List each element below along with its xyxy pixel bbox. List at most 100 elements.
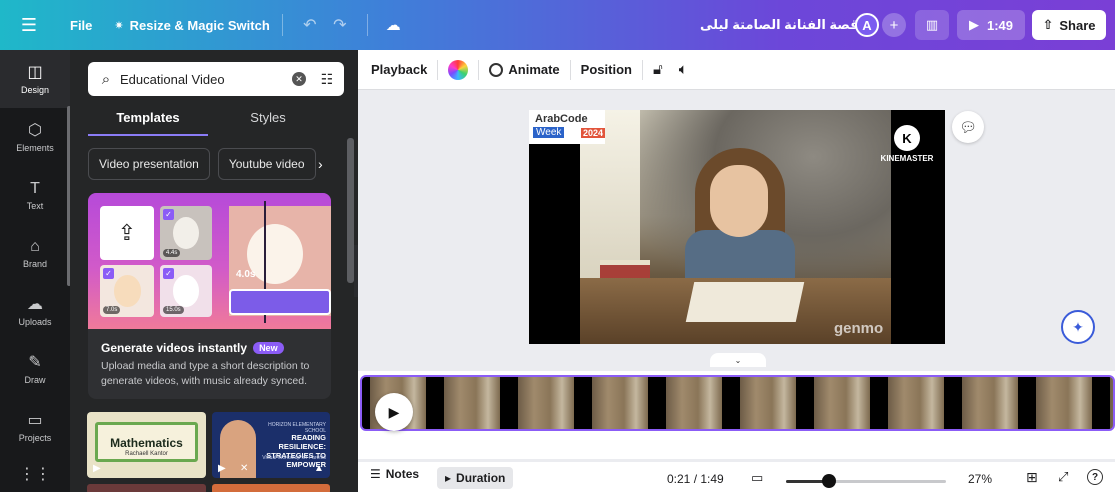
resize-magic-switch-button[interactable]: ✷ Resize & Magic Switch: [114, 0, 269, 50]
video-page[interactable]: ArabCode Week 2024 K KINEMASTER genmo: [529, 110, 945, 344]
video-frame-image: [580, 110, 891, 344]
clear-search-icon[interactable]: ✕: [292, 72, 306, 86]
new-badge: New: [253, 342, 284, 354]
filter-icon[interactable]: ☷: [316, 71, 338, 88]
play-icon: ▶: [388, 403, 400, 420]
zoom-slider-handle[interactable]: [822, 474, 837, 488]
timeline-play-button[interactable]: ▶: [375, 393, 413, 431]
tab-styles[interactable]: Styles: [208, 106, 328, 136]
rail-item-text[interactable]: T Text: [0, 166, 70, 224]
video-clip-track[interactable]: [360, 375, 1115, 431]
chevron-down-icon[interactable]: ⌄: [710, 353, 766, 367]
add-comment-icon[interactable]: 💬︎: [952, 111, 984, 143]
suggestion-chips: Video presentation Youtube video: [88, 148, 316, 180]
playback-time: 0:21 / 1:49: [667, 472, 724, 486]
template-thumbnail[interactable]: [87, 484, 206, 492]
thumbnail-title: Mathematics: [110, 436, 183, 450]
generate-video-card[interactable]: ⇪ ✓ 4.4s ✓ 7.0s ✓ 15.0s 4.0s Generate vi…: [88, 193, 331, 399]
magic-sparkle-icon[interactable]: ✦: [1061, 310, 1095, 344]
draw-icon: ✎: [28, 353, 42, 371]
editor-app: ☰ File ✷ Resize & Magic Switch ↶ ↷ ☁ قصة…: [0, 0, 1115, 492]
template-thumbnail[interactable]: [212, 484, 330, 492]
chevron-right-icon[interactable]: ›: [318, 148, 332, 180]
arabcode-week-logo: ArabCode Week 2024: [529, 110, 606, 144]
animate-icon: [489, 62, 504, 77]
play-icon: ▶: [968, 17, 979, 32]
rail-item-brand[interactable]: ⌂ Brand: [0, 224, 70, 282]
template-thumbnail-reading[interactable]: HORIZON ELEMENTARY SCHOOL READING RESILI…: [212, 412, 330, 478]
rail-item-projects[interactable]: ▭ Projects: [0, 398, 70, 456]
cloud-saved-icon[interactable]: ☁: [386, 0, 401, 50]
divider: [281, 14, 283, 36]
divider: [366, 14, 368, 36]
insights-button[interactable]: ▥: [915, 10, 949, 40]
notes-label: Notes: [385, 467, 420, 481]
color-picker-icon[interactable]: [448, 59, 469, 80]
tab-templates[interactable]: Templates: [88, 106, 208, 136]
help-icon[interactable]: ?: [1087, 469, 1103, 485]
bottom-bar: ☰ Notes ▸ Duration 0:21 / 1:49 ▭ 27% ⊞ ⤢…: [358, 462, 1115, 492]
panel-scrollbar[interactable]: [347, 138, 354, 283]
hamburger-icon[interactable]: ☰: [0, 0, 58, 50]
resize-label: Resize & Magic Switch: [129, 17, 270, 33]
muted-icon: ✕: [240, 463, 249, 474]
thumbnail-subtitle: Virtual Workshop for Parents: [262, 455, 326, 461]
lock-icon[interactable]: 🔓︎: [653, 61, 663, 78]
rail-item-apps[interactable]: ⋮⋮: [0, 455, 70, 492]
template-thumbnail-mathematics[interactable]: Mathematics Rachaell Kantor ▶: [87, 412, 206, 478]
notes-button[interactable]: ☰ Notes: [370, 467, 419, 481]
add-collaborator-button[interactable]: +: [882, 13, 906, 37]
check-icon: ✓: [103, 268, 114, 279]
animate-button[interactable]: Animate: [489, 62, 560, 77]
avatar[interactable]: A: [855, 13, 879, 37]
sparkle-icon: ✷: [114, 19, 124, 32]
file-menu[interactable]: File: [70, 0, 92, 50]
animate-label: Animate: [508, 62, 560, 77]
dog-photo: ✓ 15.0s: [160, 265, 212, 317]
playback-button[interactable]: Playback: [371, 62, 427, 77]
video-play-icon: ▶: [93, 463, 101, 474]
text-icon: T: [30, 179, 40, 197]
top-bar: ☰ File ✷ Resize & Magic Switch ↶ ↷ ☁ قصة…: [0, 0, 1115, 50]
divider: [641, 59, 643, 80]
grid-view-icon[interactable]: ⊞: [1026, 469, 1038, 486]
rail-label: Brand: [22, 258, 48, 269]
undo-icon[interactable]: ↶: [295, 0, 325, 50]
volume-icon[interactable]: 🔈︎: [679, 61, 688, 78]
check-icon: ✓: [163, 268, 174, 279]
notes-icon: ☰: [370, 467, 381, 481]
thumbnail-subtitle: Rachaell Kantor: [125, 451, 168, 457]
rail-item-design[interactable]: ◫ Design: [0, 50, 70, 108]
share-icon: ⇧: [1042, 17, 1054, 32]
promo-description: Upload media and type a short descriptio…: [101, 360, 310, 387]
rail-item-uploads[interactable]: ☁ Uploads: [0, 282, 70, 340]
clip-duration: 15.0s: [163, 306, 184, 314]
redo-icon[interactable]: ↷: [325, 0, 355, 50]
duration-icon: ▸: [445, 471, 452, 485]
dog-photo: ✓ 4.4s: [160, 206, 212, 260]
rail-item-elements[interactable]: ⬡ Elements: [0, 108, 70, 166]
position-button[interactable]: Position: [581, 62, 632, 77]
page-view-icon[interactable]: ▭: [751, 470, 763, 486]
apps-icon: ⋮⋮: [19, 466, 51, 483]
share-button[interactable]: ⇧ Share: [1032, 10, 1106, 40]
duration-button[interactable]: ▸ Duration: [437, 467, 514, 489]
fullscreen-icon[interactable]: ⤢: [1058, 469, 1068, 485]
graduation-cap-icon: ▲: [314, 463, 324, 474]
zoom-level[interactable]: 27%: [968, 472, 992, 486]
rail-label: Design: [20, 84, 49, 95]
rail-label: Uploads: [18, 316, 52, 327]
search-box[interactable]: ⌕ Educational Video ✕ ☷: [88, 62, 344, 96]
uploads-icon: ☁: [27, 295, 43, 313]
chip-youtube-video[interactable]: Youtube video: [217, 148, 316, 180]
search-input[interactable]: Educational Video: [120, 72, 292, 87]
clip-duration-label: 4.0s: [236, 269, 256, 280]
left-rail: ◫ Design ⬡ Elements T Text ⌂ Brand ☁ Upl…: [0, 50, 71, 492]
play-duration: 1:49: [986, 17, 1014, 33]
document-title[interactable]: قصة الفنانة الصامتة ليلى: [700, 0, 859, 50]
rail-item-draw[interactable]: ✎ Draw: [0, 340, 70, 398]
panel-tabs: Templates Styles: [88, 106, 328, 136]
video-play-icon: ▶: [218, 463, 226, 474]
chip-video-presentation[interactable]: Video presentation: [88, 148, 210, 180]
present-play-button[interactable]: ▶ 1:49: [957, 10, 1025, 40]
